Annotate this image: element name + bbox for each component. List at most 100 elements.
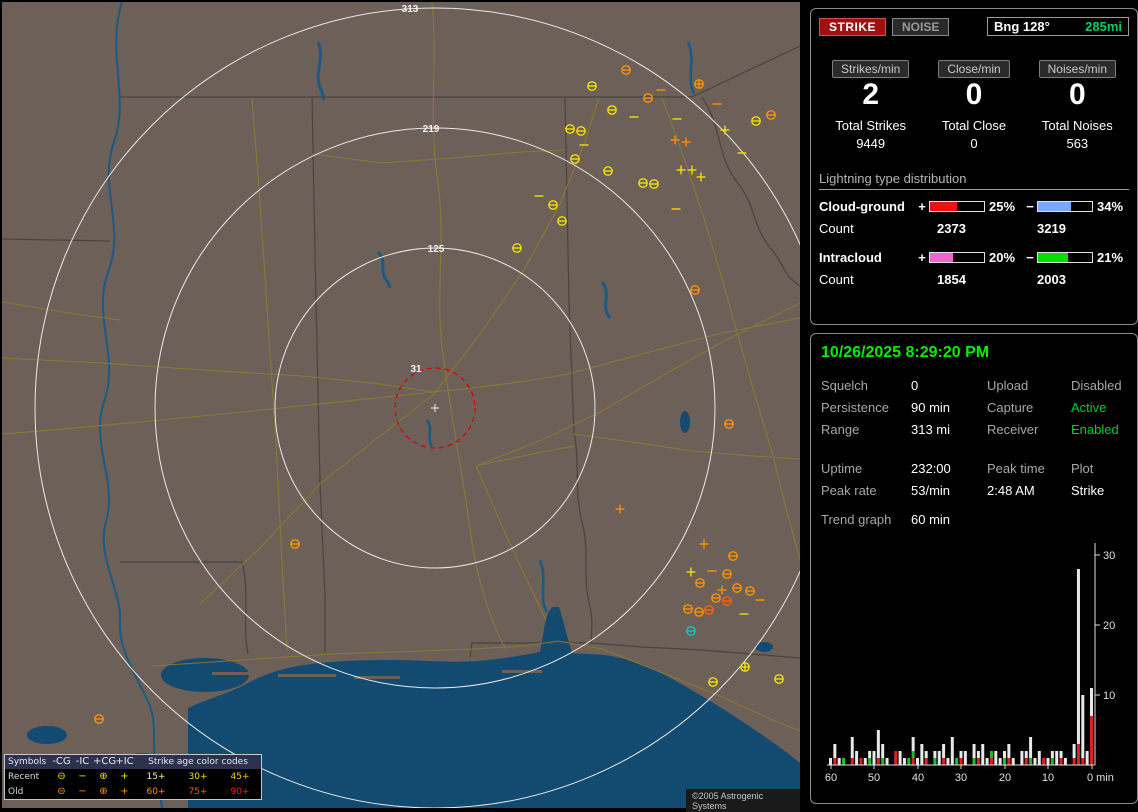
upload-label: Upload: [987, 378, 1029, 393]
trend-bar: [937, 751, 941, 765]
distribution-title: Lightning type distribution: [819, 171, 1129, 190]
receiver-value: Enabled: [1071, 422, 1119, 437]
strike-symbol-cg+: [694, 79, 704, 89]
trend-bar: [902, 758, 906, 765]
minus-sign: −: [1026, 198, 1034, 214]
trend-bar: [1081, 695, 1085, 758]
bearing-label: Bng 128°: [994, 19, 1050, 34]
status-grid: Squelch 0 Upload Disabled Persistence 90…: [821, 378, 1129, 437]
lake: [680, 411, 690, 433]
trend-bar: [933, 751, 937, 758]
ring-label-125: 125: [428, 244, 445, 255]
plus-sign: +: [918, 198, 926, 214]
map-legend: Symbols -CG -IC +CG +IC Strike age color…: [4, 754, 262, 800]
ic-pos-recent-icon: +: [120, 770, 129, 782]
ic-minus-pct: 21%: [1097, 249, 1124, 265]
status-panel: 10/26/2025 8:29:20 PM Squelch 0 Upload D…: [810, 333, 1138, 804]
trend-row: Trend graph 60 min: [821, 512, 1129, 527]
trend-bar: [976, 758, 980, 765]
trend-bar: [837, 758, 841, 765]
trend-bar: [876, 730, 880, 758]
trend-bar: [985, 758, 989, 765]
uptime-label: Uptime: [821, 461, 863, 476]
datetime-display: 10/26/2025 8:29:20 PM: [821, 344, 990, 361]
intracloud-label: Intracloud: [819, 249, 882, 265]
trend-bar: [950, 737, 954, 765]
trend-bar: [924, 751, 928, 758]
ic-minus-bar: [1037, 251, 1093, 263]
lake: [27, 726, 67, 744]
trend-bar: [1050, 758, 1054, 765]
squelch-label: Squelch: [821, 378, 868, 393]
intracloud-row: Intracloud + 20% − 21%: [819, 249, 1129, 265]
noise-indicator-button[interactable]: NOISE: [892, 17, 950, 36]
trend-bar: [924, 758, 928, 765]
ic-pos-old-icon: +: [120, 785, 129, 797]
trend-bar: [942, 758, 946, 765]
lake: [240, 693, 268, 711]
trend-bar: [868, 751, 872, 758]
trend-bar: [842, 758, 846, 765]
trend-bar: [850, 737, 854, 758]
trend-bar: [911, 758, 915, 765]
trend-bar: [850, 758, 854, 765]
barrier-island: [502, 670, 542, 673]
trend-bar: [1090, 688, 1093, 716]
storm-map[interactable]: 313 219 125 31 Symbols -CG -IC +CG +IC S…: [1, 1, 836, 812]
trend-bar: [1037, 751, 1041, 765]
minus-sign: −: [1026, 249, 1034, 265]
trend-bar: [868, 758, 872, 765]
strikes-per-min-chip: Strikes/min: [831, 60, 910, 78]
svg-text:30: 30: [1103, 550, 1115, 562]
trend-bar: [1011, 758, 1015, 765]
strike-indicator-button[interactable]: STRIKE: [819, 17, 887, 36]
trend-bar: [1024, 758, 1028, 765]
trend-bar: [1072, 758, 1076, 765]
legend-col-ic-pos: +IC: [115, 756, 134, 767]
ic-plus-bar: [929, 251, 985, 263]
capture-label: Capture: [987, 400, 1034, 415]
age-code-75: 75+: [188, 786, 208, 797]
age-code-30: 30+: [188, 771, 208, 782]
legend-recent-label: Recent: [8, 771, 40, 782]
receiver-label: Receiver: [987, 422, 1039, 437]
peak-rate-label: Peak rate: [821, 483, 877, 498]
trend-bar: [1029, 737, 1033, 758]
copyright-text: ©2005 Astrogenic Systems: [686, 789, 800, 812]
cloud-ground-label: Cloud-ground: [819, 198, 905, 214]
cg-plus-count: 2373: [937, 221, 966, 236]
trend-bar: [907, 758, 911, 765]
trend-bar: [1063, 758, 1067, 765]
trend-bar: [972, 758, 976, 765]
trend-bar: [1059, 751, 1063, 758]
svg-text:30: 30: [955, 772, 967, 784]
trend-bar: [1007, 758, 1011, 765]
trend-bar: [881, 744, 885, 758]
trend-bar: [942, 744, 946, 758]
cloud-ground-row: Cloud-ground + 25% − 34%: [819, 198, 1129, 214]
trend-axes: [827, 543, 1100, 769]
ic-plus-count: 1854: [937, 272, 966, 287]
svg-text:60: 60: [825, 772, 837, 784]
legend-col-cg-pos: +CG: [93, 756, 117, 767]
cg-plus-bar: [929, 200, 985, 212]
trend-graph-label: Trend graph: [821, 512, 892, 527]
trend-bar: [976, 751, 980, 758]
total-noises-label: Total Noises: [1041, 118, 1113, 133]
cg-neg-recent-icon: ⊖: [57, 770, 66, 782]
capture-value: Active: [1071, 400, 1107, 415]
trend-bar: [876, 758, 880, 765]
trend-bar: [1059, 758, 1063, 765]
uptime-value: 232:00: [911, 461, 951, 476]
upload-value: Disabled: [1071, 378, 1122, 393]
svg-text:20: 20: [1103, 620, 1115, 632]
trend-bar: [959, 751, 963, 758]
peak-time-value: 2:48 AM: [987, 483, 1035, 498]
trend-x-ticks: 60 50 40 30 20 10 0 min: [825, 772, 1114, 784]
trend-bar: [911, 751, 915, 758]
trend-bar: [989, 751, 993, 758]
trend-bar: [1050, 751, 1054, 758]
trend-bar: [994, 751, 998, 765]
plot-label: Plot: [1071, 461, 1094, 476]
trend-bar: [885, 758, 889, 765]
